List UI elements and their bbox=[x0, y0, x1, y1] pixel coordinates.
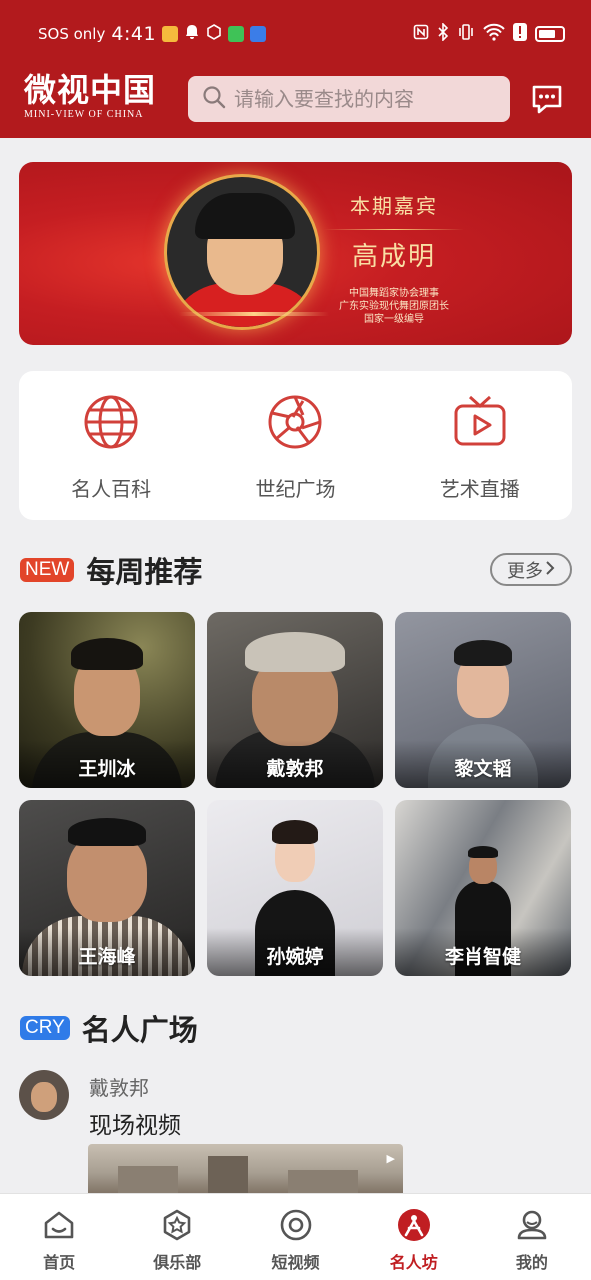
globe-icon bbox=[82, 393, 140, 455]
bluetooth-icon bbox=[437, 22, 449, 45]
tab-label: 我的 bbox=[515, 1253, 548, 1272]
credential-line: 广东实验现代舞团原团长 bbox=[339, 301, 449, 312]
quick-item-label: 艺术直播 bbox=[439, 477, 520, 501]
cry-badge: CRY bbox=[20, 1016, 70, 1040]
weekly-section-header: NEW 每周推荐 bbox=[20, 549, 202, 591]
tab-label: 首页 bbox=[43, 1253, 76, 1272]
quick-item-live[interactable]: 艺术直播 bbox=[388, 371, 572, 520]
person-name: 王海峰 bbox=[19, 928, 195, 976]
person-name: 黎文韬 bbox=[395, 740, 571, 788]
quick-item-label: 名人百科 bbox=[71, 477, 152, 501]
celebrity-icon bbox=[397, 1208, 431, 1246]
message-icon[interactable] bbox=[530, 82, 564, 116]
person-card[interactable]: 王海峰 bbox=[19, 800, 195, 976]
search-box[interactable] bbox=[188, 76, 510, 122]
credential-line: 国家一级编导 bbox=[364, 314, 424, 325]
vibrate-icon bbox=[457, 23, 475, 45]
chevron-right-icon bbox=[545, 559, 555, 580]
nfc-icon bbox=[413, 24, 429, 44]
battery-icon bbox=[535, 26, 565, 42]
bell-icon bbox=[184, 24, 200, 44]
tab-profile[interactable]: 我的 bbox=[473, 1194, 591, 1280]
featured-guest-banner[interactable]: 本期嘉宾 高成明 中国舞蹈家协会理事 广东实验现代舞团原团长 国家一级编导 bbox=[19, 162, 572, 345]
app-header: SOS only 4:41 微视中国 MINI-VIEW OF CHINA 请输… bbox=[0, 0, 591, 138]
cube-icon bbox=[206, 24, 222, 44]
post-author[interactable]: 戴敦邦 bbox=[89, 1072, 149, 1101]
guest-name: 高成明 bbox=[351, 242, 436, 272]
search-input[interactable] bbox=[234, 87, 494, 111]
bottom-tab-bar: 首页 俱乐部 短视频 名人坊 我的 bbox=[0, 1193, 591, 1280]
tab-short-video[interactable]: 短视频 bbox=[236, 1194, 354, 1280]
home-icon bbox=[42, 1208, 76, 1246]
person-card[interactable]: 王圳冰 bbox=[19, 612, 195, 788]
person-name: 戴敦邦 bbox=[207, 740, 383, 788]
clock: 4:41 bbox=[111, 23, 157, 45]
logo-chinese: 微视中国 bbox=[24, 71, 157, 109]
person-card[interactable]: 戴敦邦 bbox=[207, 612, 383, 788]
banner-title: 本期嘉宾 bbox=[350, 194, 438, 218]
person-name: 孙婉婷 bbox=[207, 928, 383, 976]
person-card[interactable]: 黎文韬 bbox=[395, 612, 571, 788]
tab-club[interactable]: 俱乐部 bbox=[118, 1194, 236, 1280]
notification-app-icon bbox=[162, 26, 179, 42]
short-video-icon bbox=[279, 1208, 313, 1246]
club-star-icon bbox=[160, 1208, 194, 1246]
person-name: 李肖智健 bbox=[395, 928, 571, 976]
banner-text: 本期嘉宾 高成明 中国舞蹈家协会理事 广东实验现代舞团原团长 国家一级编导 bbox=[319, 190, 469, 326]
plaza-section-header: CRY 名人广场 bbox=[20, 1007, 198, 1049]
quick-item-plaza[interactable]: 世纪广场 bbox=[203, 371, 387, 520]
tab-label: 短视频 bbox=[271, 1253, 320, 1272]
bird-app-icon bbox=[250, 26, 267, 42]
guest-credentials: 中国舞蹈家协会理事 广东实验现代舞团原团长 国家一级编导 bbox=[319, 287, 469, 326]
tv-play-icon bbox=[451, 393, 509, 455]
weekly-grid: 王圳冰 戴敦邦 黎文韬 王海峰 孙婉婷 李肖智健 bbox=[19, 612, 572, 976]
profile-icon bbox=[515, 1208, 549, 1246]
section-title: 名人广场 bbox=[81, 1013, 198, 1047]
quick-item-encyclopedia[interactable]: 名人百科 bbox=[19, 371, 203, 520]
video-thumbnail[interactable]: ▶ bbox=[88, 1144, 403, 1196]
person-card[interactable]: 孙婉婷 bbox=[207, 800, 383, 976]
play-logo-icon: ▶ bbox=[386, 1152, 395, 1165]
guest-portrait bbox=[164, 174, 320, 330]
carrier-text: SOS only bbox=[38, 25, 106, 43]
wechat-icon bbox=[228, 26, 245, 42]
aperture-icon bbox=[266, 393, 324, 455]
person-card[interactable]: 李肖智健 bbox=[395, 800, 571, 976]
alert-icon bbox=[513, 23, 527, 45]
status-bar: SOS only 4:41 bbox=[38, 14, 565, 54]
app-logo[interactable]: 微视中国 MINI-VIEW OF CHINA bbox=[24, 72, 156, 120]
more-button[interactable]: 更多 bbox=[490, 553, 572, 586]
tab-label: 俱乐部 bbox=[153, 1253, 202, 1272]
search-icon bbox=[202, 85, 226, 113]
quick-menu: 名人百科 世纪广场 艺术直播 bbox=[19, 371, 572, 520]
banner-sparkle bbox=[179, 312, 329, 316]
tab-label: 名人坊 bbox=[389, 1253, 438, 1272]
more-label: 更多 bbox=[507, 560, 543, 582]
quick-item-label: 世纪广场 bbox=[255, 477, 336, 501]
avatar[interactable] bbox=[19, 1070, 69, 1120]
post-title: 现场视频 bbox=[89, 1113, 181, 1139]
wifi-icon bbox=[483, 23, 505, 45]
section-title: 每周推荐 bbox=[86, 555, 203, 589]
logo-english: MINI-VIEW OF CHINA bbox=[24, 109, 144, 120]
new-badge: NEW bbox=[20, 558, 75, 582]
person-name: 王圳冰 bbox=[19, 740, 195, 788]
tab-home[interactable]: 首页 bbox=[0, 1194, 118, 1280]
credential-line: 中国舞蹈家协会理事 bbox=[349, 288, 439, 299]
tab-celebrity[interactable]: 名人坊 bbox=[355, 1194, 473, 1280]
